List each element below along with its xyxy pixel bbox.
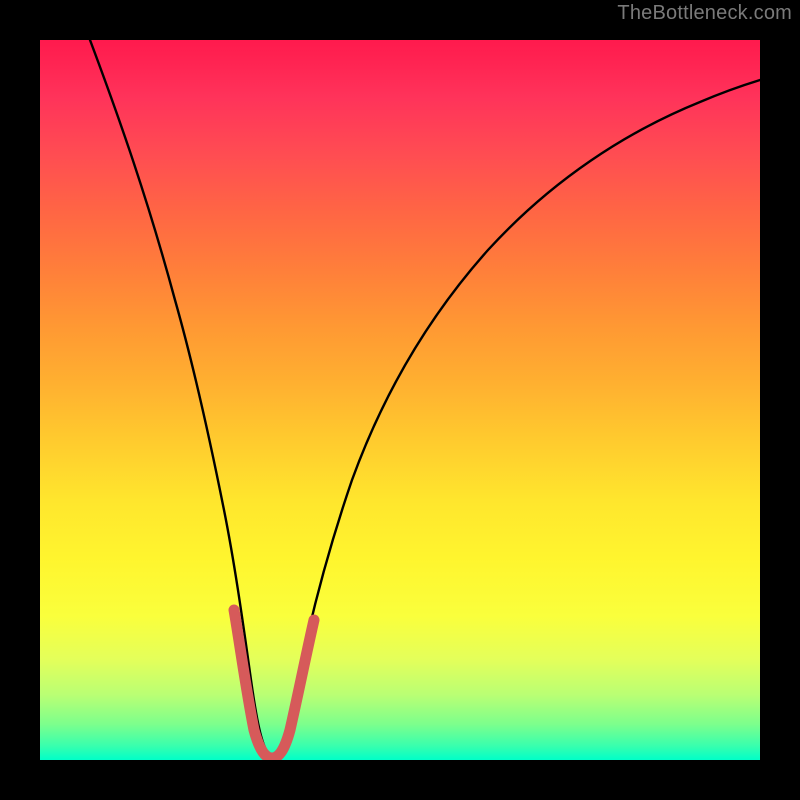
plot-area [40,40,760,760]
curve-layer [40,40,760,760]
chart-frame: TheBottleneck.com [0,0,800,800]
watermark-text: TheBottleneck.com [617,2,792,25]
highlight-segment [234,610,314,758]
bottleneck-curve [90,40,760,755]
